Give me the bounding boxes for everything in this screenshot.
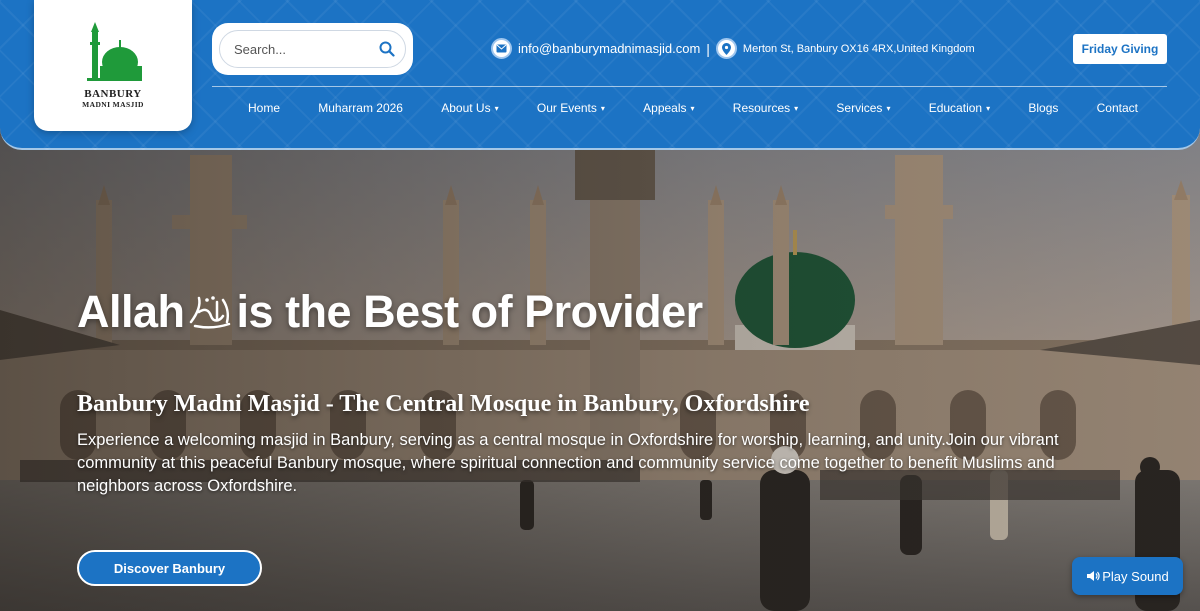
- main-nav: Home Muharram 2026 About Us ▾ Our Events ▾…: [232, 101, 1154, 115]
- contact-info: info@banburymadnimasjid.com | Merton St,…: [491, 38, 975, 59]
- hero-subtitle: Banbury Madni Masjid - The Central Mosqu…: [77, 391, 810, 417]
- nav-item-home[interactable]: Home: [232, 101, 296, 115]
- nav-item-our-events[interactable]: Our Events ▾: [521, 101, 621, 115]
- email-icon: [491, 38, 512, 59]
- address-text: Merton St, Banbury OX16 4RX,United Kingd…: [742, 42, 975, 55]
- nav-item-services[interactable]: Services ▾: [820, 101, 906, 115]
- play-sound-label: Play Sound: [1102, 568, 1169, 584]
- search-box: [219, 30, 406, 68]
- logo-title: BANBURY: [84, 88, 142, 100]
- arabic-calligraphy-icon: [189, 296, 230, 329]
- nav-item-resources[interactable]: Resources ▾: [717, 101, 814, 115]
- speaker-icon: [1087, 571, 1100, 581]
- nav-item-about-us[interactable]: About Us ▾: [425, 101, 514, 115]
- logo-subtitle: MADNI MASJID: [82, 100, 144, 109]
- friday-giving-button[interactable]: Friday Giving: [1073, 34, 1167, 64]
- hero-title: Allah is the Best of Provider: [77, 286, 703, 338]
- site-header: BANBURY MADNI MASJID info@banburymadnima…: [0, 0, 1200, 150]
- nav-item-contact[interactable]: Contact: [1081, 101, 1154, 115]
- location-pin-icon: [715, 38, 737, 59]
- search-icon[interactable]: [379, 41, 395, 57]
- nav-item-muharram-2026[interactable]: Muharram 2026: [302, 101, 419, 115]
- hero-description: Experience a welcoming masjid in Banbury…: [77, 431, 1059, 495]
- nav-item-education[interactable]: Education ▾: [913, 101, 1006, 115]
- site-logo[interactable]: BANBURY MADNI MASJID: [34, 0, 192, 131]
- chevron-down-icon: ▾: [986, 103, 991, 113]
- search-container: [212, 23, 413, 75]
- email-link[interactable]: info@banburymadnimasjid.com: [518, 41, 700, 56]
- chevron-down-icon: ▾: [886, 103, 891, 113]
- hero-title-part2: is the Best of Provider: [236, 286, 704, 337]
- play-sound-button[interactable]: Play Sound: [1072, 557, 1183, 595]
- discover-banbury-button[interactable]: Discover Banbury: [77, 550, 262, 586]
- chevron-down-icon: ▾: [794, 103, 799, 113]
- chevron-down-icon: ▾: [494, 103, 499, 113]
- hero-title-part1: Allah: [77, 286, 185, 337]
- nav-item-blogs[interactable]: Blogs: [1012, 101, 1074, 115]
- chevron-down-icon: ▾: [690, 103, 695, 113]
- nav-divider: [212, 86, 1167, 87]
- search-input[interactable]: [234, 41, 379, 57]
- contact-separator: |: [706, 40, 710, 57]
- chevron-down-icon: ▾: [600, 103, 605, 113]
- mosque-logo-icon: [87, 22, 142, 81]
- nav-item-appeals[interactable]: Appeals ▾: [627, 101, 710, 115]
